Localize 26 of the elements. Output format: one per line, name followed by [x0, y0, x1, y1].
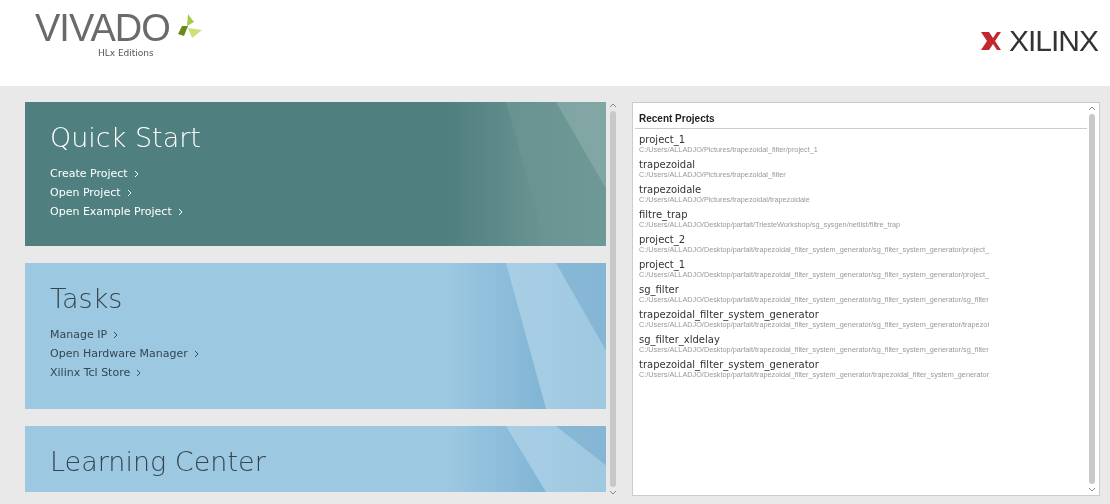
- section-title: Learning Center: [50, 446, 267, 477]
- scroll-up-icon[interactable]: [609, 102, 617, 108]
- section-title: Tasks: [50, 283, 124, 314]
- edition-label: HLx Editions: [97, 48, 154, 58]
- scroll-down-icon[interactable]: [1088, 487, 1096, 493]
- section-link[interactable]: Xilinx Tcl Store: [50, 366, 142, 379]
- scrollbar-thumb[interactable]: [1089, 114, 1095, 484]
- company-logo-text: XILINX: [1008, 24, 1098, 58]
- chevron-icon: [113, 330, 119, 339]
- section-link[interactable]: Create Project: [50, 167, 139, 180]
- chevron-icon: [133, 169, 139, 178]
- chevron-icon: [177, 207, 183, 216]
- section-title: Quick Start: [50, 122, 202, 153]
- section-link[interactable]: Open Example Project: [50, 205, 183, 218]
- scroll-up-icon[interactable]: [1088, 105, 1096, 111]
- scroll-down-icon[interactable]: [609, 490, 617, 496]
- section-link[interactable]: Open Hardware Manager: [50, 347, 199, 360]
- chevron-icon: [136, 368, 142, 377]
- panel-title: Recent Projects: [635, 105, 1087, 129]
- product-logo-text: VIVADO: [35, 8, 170, 48]
- chevron-icon: [193, 349, 199, 358]
- x-logo-icon: [978, 29, 1003, 53]
- section-link[interactable]: Open Project: [50, 186, 132, 199]
- chevron-icon: [126, 188, 132, 197]
- section-link[interactable]: Manage IP: [50, 328, 119, 341]
- scrollbar-thumb[interactable]: [610, 111, 616, 487]
